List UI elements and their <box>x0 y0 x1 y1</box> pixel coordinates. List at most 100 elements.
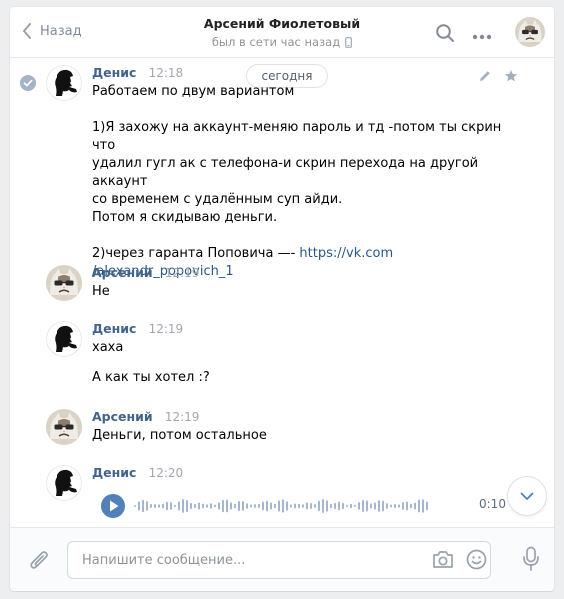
search-button[interactable] <box>435 23 455 47</box>
waveform-bar <box>426 501 428 511</box>
waveform-bar <box>134 505 136 507</box>
waveform-bar <box>158 504 160 508</box>
sherlock-silhouette-avatar-icon <box>46 465 82 501</box>
author-name[interactable]: Арсений <box>92 265 153 280</box>
waveform-bar <box>342 502 344 510</box>
grumpy-cat-avatar-icon <box>46 409 82 445</box>
voice-duration: 0:10 <box>479 497 506 511</box>
voice-waveform[interactable] <box>134 495 434 517</box>
message-text: Не <box>92 284 110 299</box>
message-text: Деньги, потом остальное <box>92 428 267 443</box>
message-input-box <box>67 541 491 579</box>
waveform-bar <box>214 504 216 508</box>
waveform-bar <box>254 504 256 508</box>
waveform-bar <box>186 499 188 513</box>
waveform-bar <box>394 503 396 509</box>
waveform-bar <box>290 504 292 508</box>
message-composer <box>10 527 554 591</box>
author-name[interactable]: Денис <box>92 65 136 80</box>
paperclip-icon <box>30 551 48 569</box>
waveform-bar <box>354 504 356 508</box>
mobile-icon <box>345 36 353 48</box>
message-body: Денис 12:19 хаха А как ты хотел :? <box>92 321 512 387</box>
waveform-bar <box>274 503 276 509</box>
message-header: Денис 12:19 <box>92 321 512 339</box>
message-time[interactable]: 12:19 <box>165 410 200 424</box>
waveform-bar <box>366 500 368 512</box>
waveform-bar <box>390 504 392 508</box>
grumpy-cat-avatar-icon <box>515 17 545 47</box>
play-button[interactable] <box>101 494 125 518</box>
more-icon <box>472 34 492 40</box>
author-avatar[interactable] <box>46 65 82 101</box>
waveform-bar <box>210 503 212 509</box>
waveform-bar <box>162 503 164 509</box>
waveform-bar <box>406 501 408 511</box>
waveform-bar <box>414 502 416 510</box>
camera-button[interactable] <box>432 550 454 573</box>
message-time[interactable]: 12:20 <box>149 466 184 480</box>
voice-record-button[interactable] <box>522 546 540 576</box>
message-text: А как ты хотел :? <box>92 370 210 385</box>
waveform-bar <box>422 499 424 513</box>
waveform-bar <box>238 501 240 511</box>
waveform-bar <box>258 504 260 508</box>
waveform-bar <box>190 502 192 510</box>
chat-header: Назад Арсений Фиолетовый был в сети час … <box>10 7 554 58</box>
scroll-down-button[interactable] <box>508 477 546 515</box>
message-body: Денис 12:20 <box>92 465 512 483</box>
message-header: Арсений 12:19 <box>92 409 512 427</box>
waveform-bar <box>370 503 372 509</box>
attach-button[interactable] <box>28 548 50 576</box>
sherlock-silhouette-avatar-icon <box>46 65 82 101</box>
message-body: Арсений 12:19 Не <box>92 265 512 301</box>
waveform-bar <box>206 504 208 508</box>
waveform-bar <box>226 499 228 513</box>
waveform-bar <box>222 499 224 513</box>
author-name[interactable]: Денис <box>92 321 136 336</box>
message-time[interactable]: 12:19 <box>165 266 200 280</box>
play-icon <box>110 500 119 512</box>
peer-avatar[interactable] <box>515 17 545 47</box>
grumpy-cat-avatar-icon <box>46 265 82 301</box>
message-time[interactable]: 12:18 <box>149 66 184 80</box>
message-body: Арсений 12:19 Деньги, потом остальное <box>92 409 512 445</box>
search-icon <box>436 24 454 42</box>
waveform-bar <box>230 502 232 510</box>
waveform-bar <box>378 500 380 512</box>
author-name[interactable]: Денис <box>92 465 136 480</box>
waveform-bar <box>202 503 204 509</box>
message-time[interactable]: 12:19 <box>149 322 184 336</box>
chevron-down-icon <box>520 492 534 500</box>
waveform-bar <box>294 503 296 509</box>
waveform-bar <box>198 502 200 510</box>
waveform-bar <box>170 502 172 510</box>
author-avatar[interactable] <box>46 465 82 501</box>
waveform-bar <box>142 499 144 513</box>
waveform-bar <box>298 503 300 509</box>
waveform-bar <box>322 499 324 513</box>
waveform-bar <box>386 503 388 509</box>
author-avatar[interactable] <box>46 265 82 301</box>
waveform-bar <box>302 504 304 508</box>
waveform-bar <box>362 500 364 512</box>
waveform-bar <box>318 500 320 512</box>
emoji-button[interactable] <box>466 549 487 574</box>
waveform-bar <box>218 502 220 510</box>
more-button[interactable] <box>472 29 492 44</box>
waveform-bar <box>286 501 288 511</box>
author-avatar[interactable] <box>46 409 82 445</box>
waveform-bar <box>398 504 400 508</box>
author-name[interactable]: Арсений <box>92 409 153 424</box>
waveform-bar <box>178 501 180 511</box>
waveform-bar <box>150 504 152 508</box>
author-avatar[interactable] <box>46 321 82 357</box>
waveform-bar <box>174 504 176 508</box>
message-select-checkbox[interactable] <box>20 75 36 91</box>
waveform-bar <box>182 499 184 513</box>
message-input[interactable] <box>80 542 414 578</box>
sherlock-silhouette-avatar-icon <box>46 321 82 357</box>
waveform-bar <box>334 502 336 510</box>
message-header: Арсений 12:19 <box>92 265 512 283</box>
waveform-bar <box>278 500 280 512</box>
